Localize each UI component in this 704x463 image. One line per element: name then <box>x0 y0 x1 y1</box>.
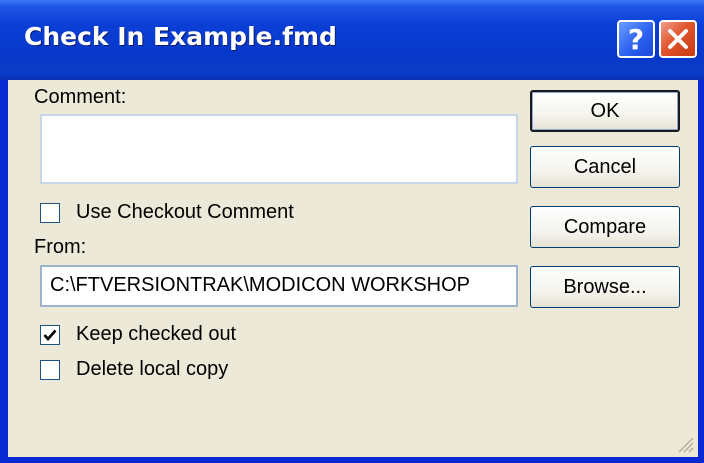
keep-checked-out-label: Keep checked out <box>76 323 237 345</box>
from-path-field[interactable]: C:\FTVERSIONTRAK\MODICON WORKSHOP <box>40 265 518 307</box>
cancel-button[interactable]: Cancel <box>530 146 680 188</box>
window-title: Check In Example.fmd <box>24 22 337 51</box>
check-in-dialog: Check In Example.fmd ? Comment: Use Chec… <box>0 0 704 463</box>
close-button[interactable] <box>659 20 697 58</box>
question-mark-icon: ? <box>627 22 645 56</box>
compare-button[interactable]: Compare <box>530 206 680 248</box>
delete-local-copy-checkbox[interactable] <box>40 360 60 380</box>
browse-button[interactable]: Browse... <box>530 266 680 308</box>
comment-textarea[interactable] <box>40 114 518 184</box>
resize-grip-icon[interactable] <box>674 433 694 453</box>
close-x-icon <box>668 29 688 49</box>
use-checkout-comment-label: Use Checkout Comment <box>76 201 294 223</box>
help-button[interactable]: ? <box>617 20 655 58</box>
delete-local-copy-label: Delete local copy <box>76 358 229 380</box>
comment-label: Comment: <box>34 86 127 108</box>
use-checkout-comment-checkbox[interactable] <box>40 203 60 223</box>
keep-checked-out-checkbox[interactable] <box>40 325 60 345</box>
ok-button[interactable]: OK <box>530 90 680 132</box>
checkmark-icon <box>43 329 57 341</box>
title-bar[interactable]: Check In Example.fmd ? <box>0 0 704 80</box>
dialog-body: Comment: Use Checkout Comment From: C:\F… <box>8 80 698 457</box>
from-label: From: <box>34 236 87 258</box>
